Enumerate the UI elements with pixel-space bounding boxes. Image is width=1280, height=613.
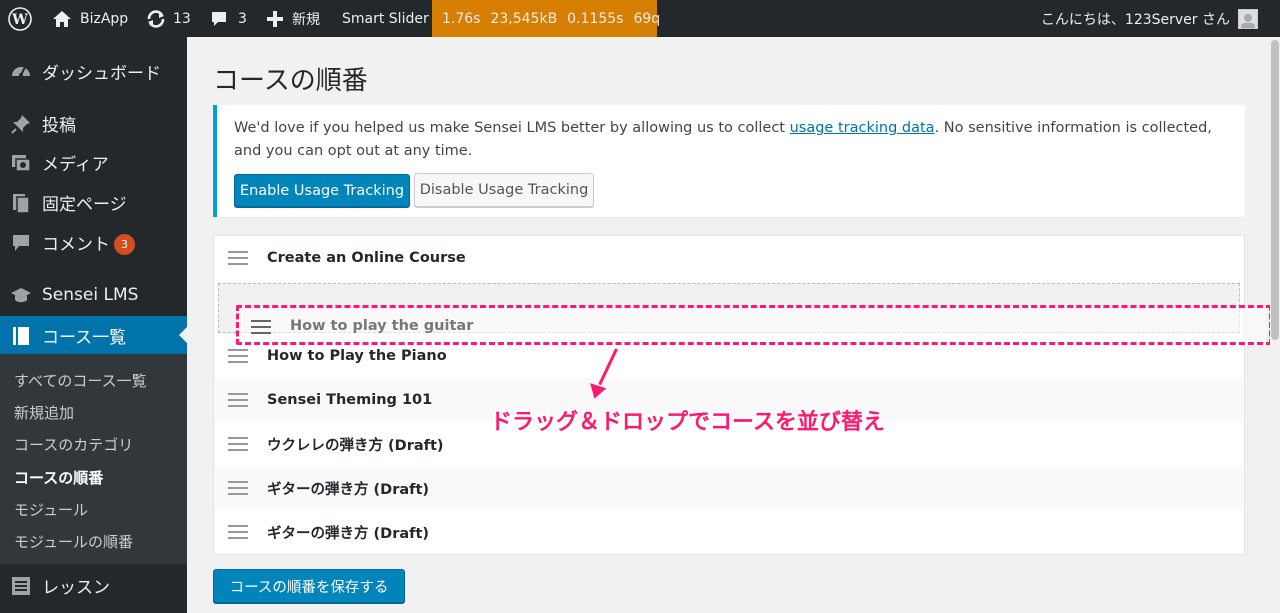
drag-handle-icon[interactable] <box>228 393 248 407</box>
comment-bubble-icon <box>210 10 228 28</box>
comment-icon <box>10 232 32 254</box>
submenu-course-order[interactable]: コースの順番 <box>14 467 103 488</box>
greeting-text: こんにちは、123Server さん <box>1040 11 1230 28</box>
avatar <box>1238 8 1258 29</box>
site-name: BizApp <box>80 10 129 27</box>
home-icon <box>52 9 72 29</box>
sidebar-label-pages: 固定ページ <box>42 194 127 215</box>
comments-badge: 3 <box>114 234 135 255</box>
course-title: How to Play the Piano <box>267 348 447 364</box>
page-icon <box>10 192 32 214</box>
disable-usage-tracking-button[interactable]: Disable Usage Tracking <box>414 173 594 207</box>
scrollbar-thumb[interactable] <box>1271 40 1279 340</box>
sidebar-label-media: メディア <box>42 154 109 175</box>
notice-text-before: We'd love if you helped us make Sensei L… <box>234 120 790 136</box>
sidebar-label-dashboard: ダッシュボード <box>42 63 161 84</box>
account-menu[interactable]: こんにちは、123Server さん <box>1041 0 1258 37</box>
updates-link[interactable]: 13 <box>145 0 191 37</box>
submenu-add-new[interactable]: 新規追加 <box>14 402 74 423</box>
submenu-modules[interactable]: モジュール <box>14 499 88 520</box>
course-title: ギターの弾き方 (Draft) <box>267 481 430 498</box>
course-title: Sensei Theming 101 <box>267 392 433 408</box>
sidebar-label-lessons: レッスン <box>42 577 110 598</box>
sidebar-label-sensei-lms: Sensei LMS <box>42 285 139 305</box>
performance-stats[interactable]: 1.76s 23,545kB 0.1155s 69q <box>432 0 661 37</box>
perf-query-time: 0.1155s <box>567 10 624 27</box>
pin-icon <box>10 113 32 135</box>
site-name-link[interactable]: BizApp <box>52 0 128 37</box>
course-title: ギターの弾き方 (Draft) <box>267 525 430 542</box>
submenu-module-order[interactable]: モジュールの順番 <box>14 531 133 552</box>
course-title: Create an Online Course <box>267 250 466 266</box>
perf-memory: 23,545kB <box>490 10 558 27</box>
drag-handle-icon[interactable] <box>228 437 248 451</box>
sidebar-item-sensei-lms[interactable]: Sensei LMS <box>0 276 187 314</box>
course-order-list: Create an Online Course How to Play the … <box>213 235 1245 555</box>
drag-highlight-outline <box>236 305 1272 345</box>
usage-tracking-link[interactable]: usage tracking data <box>790 120 935 136</box>
course-title: ウクレレの弾き方 (Draft) <box>267 437 444 454</box>
sidebar-item-media[interactable]: メディア <box>0 143 187 181</box>
dashboard-icon <box>10 61 32 83</box>
new-label: 新規 <box>292 11 320 28</box>
notice-text: We'd love if you helped us make Sensei L… <box>234 117 1234 163</box>
admin-bar: W BizApp 13 3 新規 Smart Slider 1.76s 23,5… <box>0 0 1280 37</box>
book-icon <box>10 325 32 347</box>
usage-tracking-notice: We'd love if you helped us make Sensei L… <box>213 105 1245 217</box>
courses-submenu: すべてのコース一覧 新規追加 コースのカテゴリ コースの順番 モジュール モジュ… <box>0 354 187 564</box>
drag-handle-icon[interactable] <box>228 481 248 495</box>
new-content-link[interactable]: 新規 <box>266 0 320 37</box>
updates-count: 13 <box>173 10 191 27</box>
svg-text:W: W <box>11 12 28 28</box>
perf-time: 1.76s <box>442 10 481 27</box>
drag-handle-icon[interactable] <box>228 349 248 363</box>
annotation-arrow-icon <box>580 346 624 410</box>
perf-query-count: 69q <box>633 10 661 27</box>
drag-handle-icon[interactable] <box>228 525 248 539</box>
smart-slider-label: Smart Slider <box>342 10 429 27</box>
smart-slider-link[interactable]: Smart Slider <box>342 0 429 37</box>
enable-usage-tracking-button[interactable]: Enable Usage Tracking <box>234 174 410 207</box>
sidebar-label-posts: 投稿 <box>42 115 76 136</box>
plus-icon <box>266 10 284 28</box>
sidebar-label-courses: コース一覧 <box>42 327 127 348</box>
sidebar-item-dashboard[interactable]: ダッシュボード <box>0 52 187 90</box>
course-row[interactable]: ギターの弾き方 (Draft) <box>214 466 1244 510</box>
annotation-text: ドラッグ＆ドロップでコースを並び替え <box>490 410 885 435</box>
sidebar-item-courses[interactable]: コース一覧 <box>0 316 187 354</box>
page-title: コースの順番 <box>213 66 368 96</box>
media-icon <box>10 152 32 174</box>
submenu-course-categories[interactable]: コースのカテゴリ <box>14 434 133 455</box>
save-course-order-button[interactable]: コースの順番を保存する <box>213 569 405 603</box>
course-row[interactable]: Create an Online Course <box>214 236 1244 280</box>
sidebar-label-comments: コメント <box>42 234 110 255</box>
course-row[interactable]: ギターの弾き方 (Draft) <box>214 510 1244 554</box>
comments-count: 3 <box>238 10 247 27</box>
list-icon <box>10 575 32 597</box>
graduation-cap-icon <box>10 285 32 307</box>
drag-handle-icon[interactable] <box>228 251 248 265</box>
sidebar-item-lessons[interactable]: レッスン <box>0 566 187 604</box>
sidebar-item-pages[interactable]: 固定ページ <box>0 183 187 221</box>
comments-link[interactable]: 3 <box>210 0 247 37</box>
sidebar-item-posts[interactable]: 投稿 <box>0 104 187 142</box>
wordpress-logo-icon[interactable]: W <box>8 0 32 37</box>
sidebar-item-comments[interactable]: コメント <box>0 223 187 261</box>
submenu-all-courses[interactable]: すべてのコース一覧 <box>14 370 147 391</box>
refresh-icon <box>145 9 167 29</box>
